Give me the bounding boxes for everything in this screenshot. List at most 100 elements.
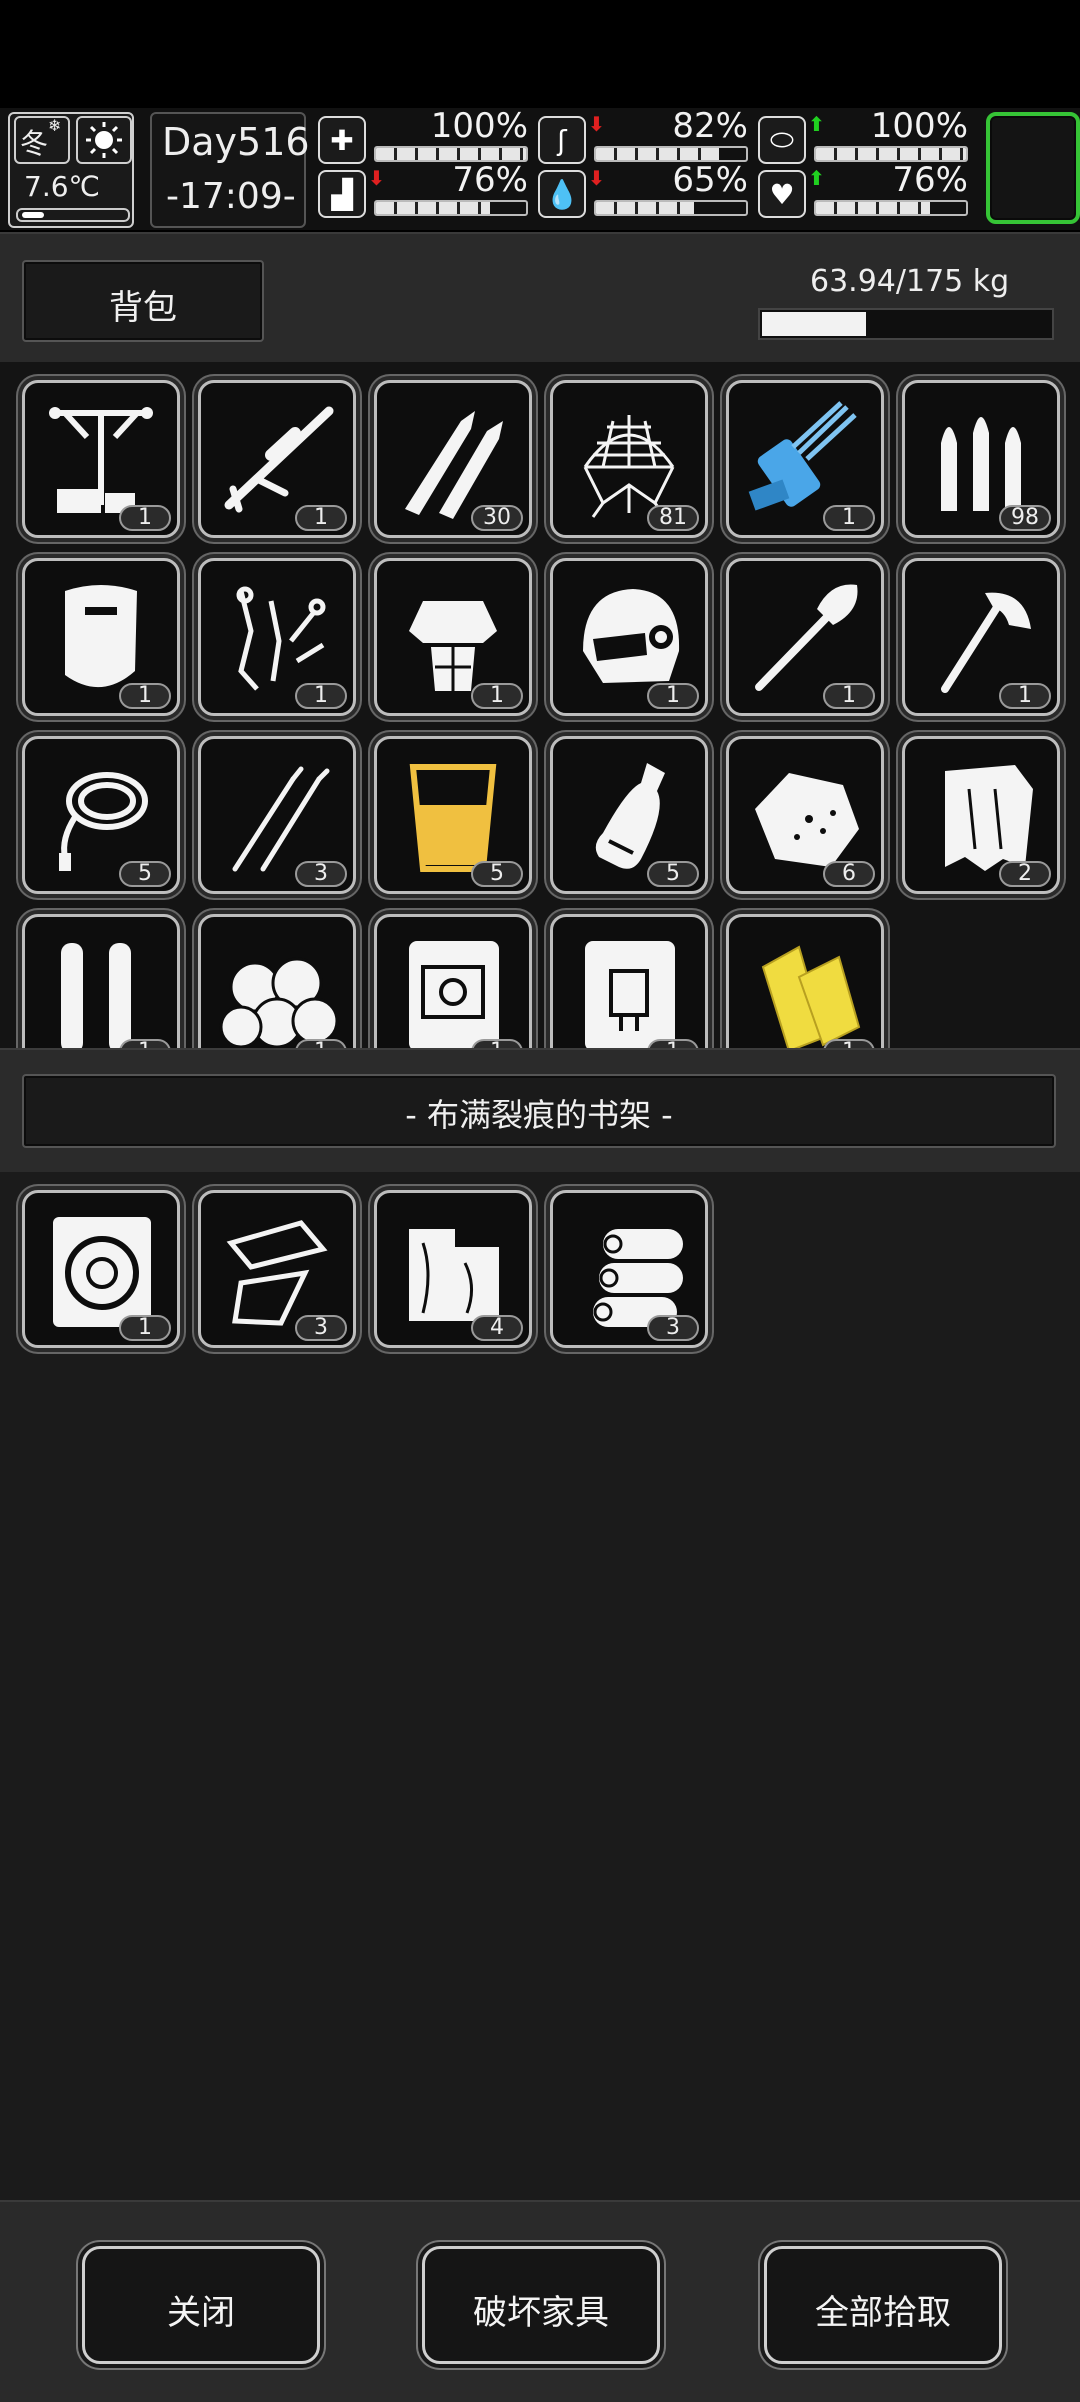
destroy-furniture-button[interactable]: 破坏家具 — [422, 2246, 660, 2364]
item-slot[interactable]: 3 — [550, 1190, 708, 1348]
item-count: 5 — [471, 861, 523, 887]
item-count: 5 — [119, 861, 171, 887]
heart-icon: ♥ — [758, 170, 806, 218]
hud-bar: 冬 ❄ 7.6℃ Day516 -17:09- ✚ 100% ʃ ⬇ 82% ⬭ ⬆ 100%… — [0, 106, 1080, 230]
item-slot[interactable]: 5 — [374, 736, 532, 894]
trend-arrow-icon: ⬇ — [368, 166, 385, 190]
medkit-icon: ✚ — [318, 116, 366, 164]
item-slot[interactable]: 1 — [22, 380, 180, 538]
stat-percent: 76% — [892, 160, 968, 200]
item-slot[interactable]: 1 — [726, 380, 884, 538]
item-count: 1 — [647, 683, 699, 709]
inventory-grid[interactable]: 1 1 30 81 1 98 1 1 1 1 1 1 5 3 5 5 6 2 1 1 1 1 1 — [0, 362, 1080, 1048]
item-slot[interactable]: 5 — [550, 736, 708, 894]
item-slot[interactable]: 30 — [374, 380, 532, 538]
item-count: 1 — [119, 1039, 171, 1048]
item-slot[interactable]: 98 — [902, 380, 1060, 538]
time-label: -17:09- — [166, 176, 296, 217]
item-slot[interactable]: 1 — [198, 558, 356, 716]
day-time-panel: Day516 -17:09- — [150, 112, 310, 228]
pickup-all-button[interactable]: 全部拾取 — [764, 2246, 1002, 2364]
weather-panel: 冬 ❄ 7.6℃ — [8, 112, 134, 228]
stat-percent: 65% — [672, 160, 748, 200]
temperature-label: 7.6℃ — [24, 170, 100, 203]
item-count: 1 — [999, 683, 1051, 709]
item-slot[interactable]: 1 — [198, 914, 356, 1048]
season-label: 冬 — [20, 127, 49, 160]
item-count: 3 — [647, 1315, 699, 1341]
item-count: 81 — [647, 505, 699, 531]
item-slot[interactable]: 1 — [726, 558, 884, 716]
item-count: 1 — [647, 1039, 699, 1048]
item-count: 6 — [823, 861, 875, 887]
weight-bar — [758, 308, 1054, 340]
item-count: 1 — [295, 505, 347, 531]
stat-bar — [594, 200, 748, 216]
item-slot[interactable]: 1 — [726, 914, 884, 1048]
backpack-tab-label: 背包 — [109, 288, 177, 328]
destroy-furniture-button-label: 破坏家具 — [473, 2293, 609, 2333]
snowflake-icon: ❄ — [48, 116, 62, 135]
footer-bar: 关闭 破坏家具 全部拾取 — [0, 2200, 1080, 2402]
cotton-balls-icon — [219, 957, 339, 1048]
item-count: 5 — [647, 861, 699, 887]
container-header: - 布满裂痕的书架 - — [0, 1048, 1080, 1174]
item-count: 1 — [119, 1315, 171, 1341]
trend-arrow-icon: ⬆ — [808, 166, 825, 190]
engine-blueprint-icon — [409, 941, 499, 1048]
item-slot[interactable]: 3 — [198, 1190, 356, 1348]
item-slot[interactable]: 1 — [550, 914, 708, 1048]
trend-arrow-icon: ⬇ — [588, 166, 605, 190]
close-button[interactable]: 关闭 — [82, 2246, 320, 2364]
item-count: 1 — [295, 683, 347, 709]
item-count: 1 — [119, 683, 171, 709]
stomach-icon: ʃ — [538, 116, 586, 164]
item-count: 98 — [999, 505, 1051, 531]
item-count: 1 — [295, 1039, 347, 1048]
stat-percent: 100% — [430, 106, 528, 146]
item-slot[interactable]: 1 — [22, 558, 180, 716]
shotgun-shells-icon — [61, 943, 131, 1048]
water-drop-icon: 💧 — [538, 170, 586, 218]
stat-bar — [814, 200, 968, 216]
backpack-tab[interactable]: 背包 — [22, 260, 264, 342]
container-grid[interactable]: 1 3 4 3 — [0, 1172, 1080, 2200]
item-slot[interactable]: 5 — [22, 736, 180, 894]
backpack-header: 背包 63.94/175 kg — [0, 232, 1080, 362]
weight-label: 63.94/175 kg — [810, 264, 1010, 299]
item-slot[interactable]: 1 — [902, 558, 1060, 716]
day-label: Day516 — [162, 120, 310, 164]
item-count: 30 — [471, 505, 523, 531]
item-count: 1 — [471, 1039, 523, 1048]
item-slot[interactable]: 1 — [550, 558, 708, 716]
item-slot[interactable]: 1 — [374, 558, 532, 716]
close-button-label: 关闭 — [167, 2293, 235, 2333]
item-count: 1 — [823, 1039, 875, 1048]
stat-bar — [374, 200, 528, 216]
item-slot[interactable]: 6 — [726, 736, 884, 894]
part-blueprint-icon — [585, 941, 675, 1048]
item-slot[interactable]: 1 — [198, 380, 356, 538]
item-slot[interactable]: 1 — [22, 1190, 180, 1348]
item-count: 3 — [295, 861, 347, 887]
item-slot[interactable]: 81 — [550, 380, 708, 538]
item-count: 1 — [119, 505, 171, 531]
pickup-all-button-label: 全部拾取 — [815, 2293, 951, 2333]
stat-percent: 76% — [452, 160, 528, 200]
temperature-gauge — [16, 208, 130, 222]
stat-percent: 100% — [870, 106, 968, 146]
item-slot[interactable]: 1 — [374, 914, 532, 1048]
item-slot[interactable]: 1 — [22, 914, 180, 1048]
trend-arrow-icon: ⬇ — [588, 112, 605, 136]
item-count: 3 — [295, 1315, 347, 1341]
item-slot[interactable]: 2 — [902, 736, 1060, 894]
season-badge: 冬 ❄ — [14, 116, 70, 164]
system-status-bar — [0, 0, 1080, 108]
quick-slot-button[interactable] — [986, 112, 1080, 224]
item-slot[interactable]: 3 — [198, 736, 356, 894]
item-count: 1 — [471, 683, 523, 709]
item-count: 1 — [823, 505, 875, 531]
item-slot[interactable]: 4 — [374, 1190, 532, 1348]
sun-icon — [76, 116, 132, 164]
wood-planks-icon — [761, 945, 861, 1048]
